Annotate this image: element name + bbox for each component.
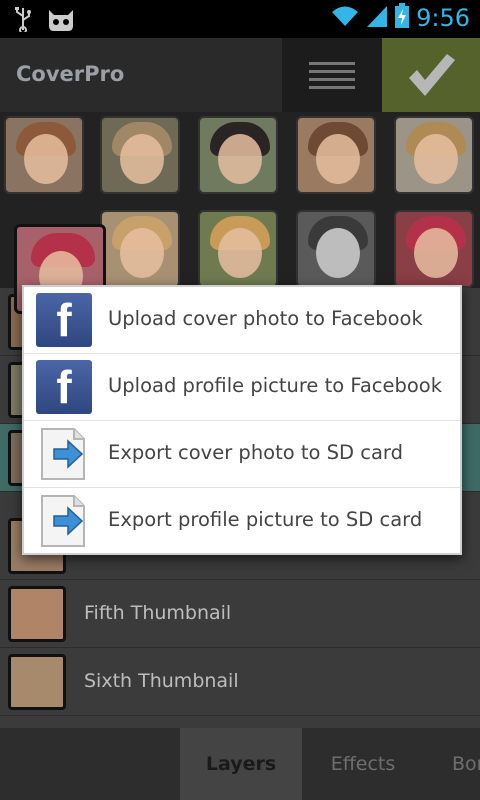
photo-thumb[interactable]	[100, 210, 180, 288]
confirm-button[interactable]	[382, 38, 480, 112]
app-title: CoverPro	[16, 62, 125, 86]
export-cover-sd-item[interactable]: Export cover photo to SD card	[24, 421, 460, 488]
upload-cover-facebook-item[interactable]: f Upload cover photo to Facebook	[24, 287, 460, 354]
facebook-icon: f	[36, 360, 92, 414]
tab-effects[interactable]: Effects	[302, 728, 424, 800]
photo-thumb[interactable]	[394, 210, 474, 288]
status-bar: 9:56	[0, 0, 480, 38]
export-file-icon	[36, 427, 92, 481]
export-profile-sd-item[interactable]: Export profile picture to SD card	[24, 488, 460, 555]
list-item-label: Sixth Thumbnail	[84, 670, 239, 692]
photo-thumb[interactable]	[198, 210, 278, 288]
facebook-icon: f	[36, 293, 92, 347]
list-item-label: Fifth Thumbnail	[84, 602, 232, 624]
photo-thumb[interactable]	[198, 116, 278, 194]
photo-thumb[interactable]	[296, 210, 376, 288]
popup-item-label: Export profile picture to SD card	[108, 508, 423, 531]
photo-thumb[interactable]	[394, 116, 474, 194]
android-cyanogen-icon	[46, 6, 76, 36]
tab-borders[interactable]: Bor	[424, 728, 480, 800]
battery-charging-icon	[394, 3, 410, 33]
menu-lines-icon	[309, 61, 355, 89]
bottom-tabs: Layers Effects Bor	[0, 728, 480, 800]
export-file-icon	[36, 494, 92, 548]
upload-profile-facebook-item[interactable]: f Upload profile picture to Facebook	[24, 354, 460, 421]
list-item[interactable]: Fifth Thumbnail	[0, 580, 480, 648]
action-bar: CoverPro	[0, 38, 480, 112]
popup-item-label: Upload profile picture to Facebook	[108, 374, 443, 397]
photo-thumb[interactable]	[296, 116, 376, 194]
popup-item-label: Upload cover photo to Facebook	[108, 307, 423, 330]
list-item[interactable]: Sixth Thumbnail	[0, 648, 480, 716]
menu-button[interactable]	[282, 38, 382, 112]
row-thumbnail	[8, 586, 66, 642]
popup-item-label: Export cover photo to SD card	[108, 441, 403, 464]
checkmark-icon	[409, 54, 455, 96]
signal-icon	[366, 4, 388, 32]
clock: 9:56	[416, 4, 470, 32]
photo-thumb[interactable]	[100, 116, 180, 194]
row-thumbnail	[8, 654, 66, 710]
usb-icon	[14, 6, 32, 36]
tab-layers[interactable]: Layers	[180, 728, 302, 800]
share-popup-menu: f Upload cover photo to Facebook f Uploa…	[22, 285, 462, 555]
photo-thumb[interactable]	[4, 116, 84, 194]
wifi-icon	[330, 4, 360, 32]
